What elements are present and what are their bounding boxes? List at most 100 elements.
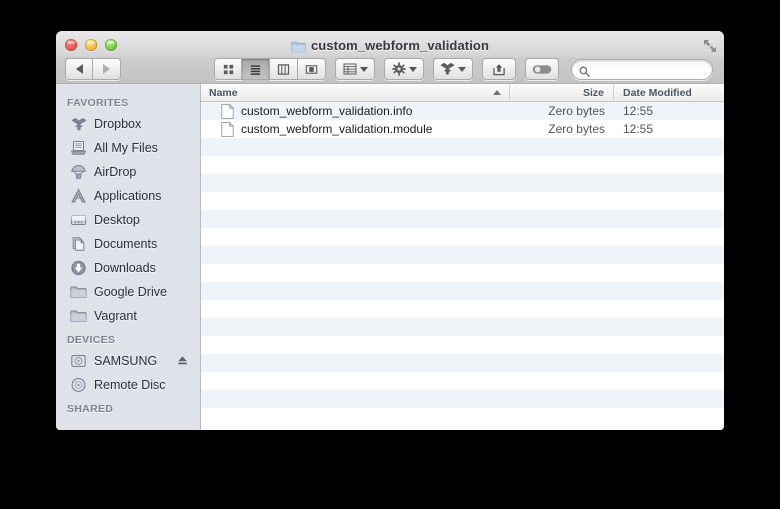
empty-row [201, 282, 724, 300]
window-body: FAVORITES Dropbox All My Files AirDrop A… [56, 84, 724, 430]
column-view-icon [277, 63, 290, 75]
all-my-files-icon [70, 140, 87, 157]
empty-row [201, 354, 724, 372]
column-header-size-label: Size [582, 86, 604, 99]
table-row[interactable]: custom_webform_validation.info Zero bytes… [201, 102, 724, 120]
gear-icon [391, 62, 406, 76]
optical-disc-icon [70, 377, 87, 394]
sidebar-item-all-my-files[interactable]: All My Files [56, 136, 200, 160]
table-row[interactable]: custom_webform_validation.module Zero byt… [201, 120, 724, 138]
dropbox-icon [440, 62, 455, 75]
sidebar-item-documents[interactable]: Documents [56, 232, 200, 256]
sidebar-section-devices-header: DEVICES [67, 334, 116, 346]
navigation-button-group [65, 58, 121, 80]
folder-icon [70, 308, 87, 325]
file-name-label: custom_webform_validation.info [241, 104, 413, 118]
file-date-cell: 12:55 [623, 122, 654, 136]
chevron-down-icon [458, 66, 466, 72]
column-header-size[interactable]: Size [510, 84, 614, 101]
tag-icon [532, 64, 552, 74]
sidebar-item-desktop[interactable]: Desktop [56, 208, 200, 232]
empty-row [201, 228, 724, 246]
file-date-cell: 12:55 [623, 104, 654, 118]
column-header-name-label: Name [209, 86, 238, 99]
empty-row [201, 138, 724, 156]
sidebar-item-label: Applications [94, 189, 162, 203]
empty-row [201, 372, 724, 390]
sidebar-item-airdrop[interactable]: AirDrop [56, 160, 200, 184]
forward-button[interactable] [93, 58, 121, 80]
icon-view-icon [223, 64, 233, 74]
empty-row [201, 318, 724, 336]
forward-arrow-icon [103, 64, 110, 74]
finder-toolbar [56, 54, 724, 84]
sidebar-item-label: Downloads [94, 261, 156, 275]
eject-icon[interactable] [177, 355, 188, 366]
fullscreen-expand-icon[interactable] [703, 39, 717, 53]
share-icon [493, 63, 505, 75]
sidebar-item-downloads[interactable]: Downloads [56, 256, 200, 280]
file-name-cell: custom_webform_validation.info [201, 103, 510, 119]
hard-disk-icon [70, 353, 87, 370]
column-header-date-modified[interactable]: Date Modified [614, 84, 724, 101]
sidebar-item-label: Desktop [94, 213, 140, 227]
empty-row [201, 408, 724, 426]
sidebar-item-label: Dropbox [94, 117, 142, 131]
documents-icon [70, 236, 87, 253]
file-name-label: custom_webform_validation.module [241, 122, 433, 136]
window-title-bar-label: custom_webform_validation [56, 38, 724, 53]
view-mode-segmented-control [214, 58, 326, 80]
document-icon [221, 121, 235, 137]
share-button[interactable] [482, 58, 516, 80]
sidebar-item-samsung[interactable]: SAMSUNG [56, 349, 200, 373]
back-button[interactable] [65, 58, 93, 80]
arrange-by-button[interactable] [335, 58, 375, 80]
sidebar-item-google-drive[interactable]: Google Drive [56, 280, 200, 304]
finder-sidebar: FAVORITES Dropbox All My Files AirDrop A… [56, 84, 201, 430]
sidebar-item-dropbox[interactable]: Dropbox [56, 112, 200, 136]
file-list-column-headers: Name Size Date Modified [201, 84, 724, 102]
sidebar-item-label: Google Drive [94, 285, 167, 299]
tag-button[interactable] [525, 58, 559, 80]
empty-row [201, 174, 724, 192]
action-menu-button[interactable] [384, 58, 424, 80]
column-header-name[interactable]: Name [201, 84, 510, 101]
sidebar-item-remote-disc[interactable]: Remote Disc [56, 373, 200, 397]
column-view-button[interactable] [270, 58, 298, 80]
document-icon [221, 103, 235, 119]
dropbox-menu-button[interactable] [433, 58, 473, 80]
file-name-cell: custom_webform_validation.module [201, 121, 510, 137]
search-input[interactable] [571, 58, 713, 80]
folder-icon [291, 41, 306, 53]
empty-row [201, 156, 724, 174]
sidebar-section-favorites-header: FAVORITES [67, 97, 129, 109]
sidebar-item-label: Vagrant [94, 309, 137, 323]
empty-row [201, 390, 724, 408]
applications-icon [70, 188, 87, 205]
sort-ascending-icon [493, 90, 501, 95]
empty-row [201, 192, 724, 210]
downloads-icon [70, 260, 87, 277]
dropbox-icon [70, 116, 87, 133]
airdrop-icon [70, 164, 87, 181]
icon-view-button[interactable] [214, 58, 242, 80]
desktop-icon [70, 212, 87, 229]
sidebar-item-applications[interactable]: Applications [56, 184, 200, 208]
coverflow-view-button[interactable] [298, 58, 326, 80]
arrange-by-icon [343, 63, 356, 75]
window-titlebar: custom_webform_validation [56, 31, 724, 84]
column-header-date-label: Date Modified [623, 86, 692, 99]
finder-window: custom_webform_validation FAVORITES Drop… [56, 31, 724, 430]
sidebar-item-label: Remote Disc [94, 378, 166, 392]
empty-row [201, 210, 724, 228]
empty-row [201, 300, 724, 318]
file-size-cell: Zero bytes [548, 104, 605, 118]
sidebar-item-label: SAMSUNG [94, 354, 158, 368]
search-container [571, 58, 713, 80]
chevron-down-icon [359, 66, 368, 72]
sidebar-item-label: Documents [94, 237, 158, 251]
empty-row [201, 264, 724, 282]
folder-icon [70, 284, 87, 301]
sidebar-item-vagrant[interactable]: Vagrant [56, 304, 200, 328]
list-view-button[interactable] [242, 58, 270, 80]
